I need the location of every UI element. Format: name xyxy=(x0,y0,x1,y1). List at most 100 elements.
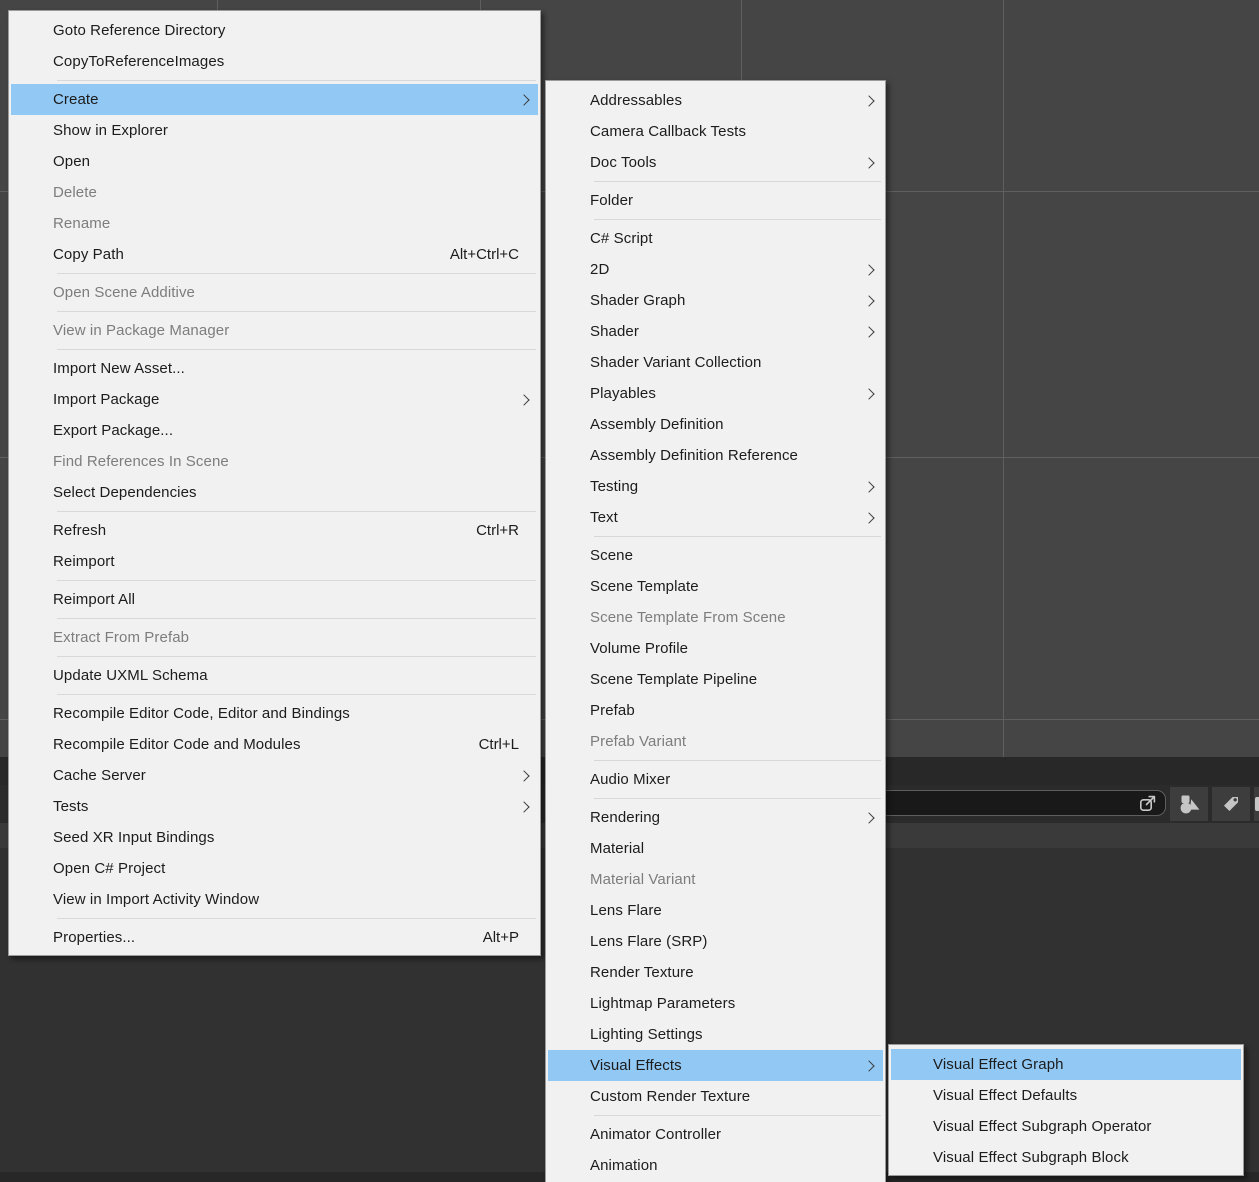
menu-item-folder[interactable]: Folder xyxy=(548,185,883,216)
menu-item-rendering[interactable]: Rendering xyxy=(548,802,883,833)
menu-item-label: Rename xyxy=(11,215,538,232)
menu-item-label: Prefab Variant xyxy=(548,733,883,750)
menu-item-audio-mixer[interactable]: Audio Mixer xyxy=(548,764,883,795)
menu-item-shader-graph[interactable]: Shader Graph xyxy=(548,285,883,316)
menu-item-export-package[interactable]: Export Package... xyxy=(11,415,538,446)
menu-item-animation[interactable]: Animation xyxy=(548,1150,883,1181)
menu-item-scene[interactable]: Scene xyxy=(548,540,883,571)
menu-item-cache-server[interactable]: Cache Server xyxy=(11,760,538,791)
menu-item-scene-template-pipeline[interactable]: Scene Template Pipeline xyxy=(548,664,883,695)
menu-item-testing[interactable]: Testing xyxy=(548,471,883,502)
menu-item-show-in-explorer[interactable]: Show in Explorer xyxy=(11,115,538,146)
menu-item-label: Properties... xyxy=(11,929,483,946)
menu-item-lens-flare[interactable]: Lens Flare xyxy=(548,895,883,926)
menu-item-camera-callback-tests[interactable]: Camera Callback Tests xyxy=(548,116,883,147)
menu-item-seed-xr-input-bindings[interactable]: Seed XR Input Bindings xyxy=(11,822,538,853)
menu-item-label: Playables xyxy=(548,385,865,402)
submenu-arrow-icon xyxy=(863,481,874,492)
menu-item-prefab[interactable]: Prefab xyxy=(548,695,883,726)
menu-item-assembly-definition[interactable]: Assembly Definition xyxy=(548,409,883,440)
menu-item-visual-effect-subgraph-operator[interactable]: Visual Effect Subgraph Operator xyxy=(891,1111,1241,1142)
menu-item-reimport[interactable]: Reimport xyxy=(11,546,538,577)
menu-item-doc-tools[interactable]: Doc Tools xyxy=(548,147,883,178)
menu-item-2d[interactable]: 2D xyxy=(548,254,883,285)
menu-separator xyxy=(594,181,881,182)
menu-item-visual-effect-subgraph-block[interactable]: Visual Effect Subgraph Block xyxy=(891,1142,1241,1173)
menu-item-view-in-import-activity-window[interactable]: View in Import Activity Window xyxy=(11,884,538,915)
menu-item-properties[interactable]: Properties...Alt+P xyxy=(11,922,538,953)
submenu-arrow-icon xyxy=(518,394,529,405)
search-by-type-button[interactable] xyxy=(1170,787,1208,821)
menu-item-custom-render-texture[interactable]: Custom Render Texture xyxy=(548,1081,883,1112)
submenu-arrow-icon xyxy=(518,770,529,781)
menu-item-visual-effect-defaults[interactable]: Visual Effect Defaults xyxy=(891,1080,1241,1111)
menu-item-playables[interactable]: Playables xyxy=(548,378,883,409)
menu-item-label: Visual Effect Graph xyxy=(891,1056,1241,1073)
menu-item-shader[interactable]: Shader xyxy=(548,316,883,347)
menu-separator xyxy=(57,656,536,657)
menu-item-label: Update UXML Schema xyxy=(11,667,538,684)
menu-item-recompile-editor-code-and-modules[interactable]: Recompile Editor Code and ModulesCtrl+L xyxy=(11,729,538,760)
menu-item-recompile-editor-code-editor-and-bindings[interactable]: Recompile Editor Code, Editor and Bindin… xyxy=(11,698,538,729)
menu-item-scene-template[interactable]: Scene Template xyxy=(548,571,883,602)
menu-item-label: Audio Mixer xyxy=(548,771,883,788)
menu-item-material[interactable]: Material xyxy=(548,833,883,864)
menu-item-label: Prefab xyxy=(548,702,883,719)
menu-item-volume-profile[interactable]: Volume Profile xyxy=(548,633,883,664)
menu-item-label: Import Package xyxy=(11,391,520,408)
menu-separator xyxy=(594,1115,881,1116)
menu-item-select-dependencies[interactable]: Select Dependencies xyxy=(11,477,538,508)
menu-item-label: Find References In Scene xyxy=(11,453,538,470)
search-by-label-button[interactable] xyxy=(1212,787,1250,821)
menu-item-text[interactable]: Text xyxy=(548,502,883,533)
menu-item-open[interactable]: Open xyxy=(11,146,538,177)
open-in-search-window-button[interactable] xyxy=(1136,792,1160,814)
clipped-edge-icon xyxy=(1255,797,1259,811)
menu-item-create[interactable]: Create xyxy=(11,84,538,115)
menu-item-assembly-definition-reference[interactable]: Assembly Definition Reference xyxy=(548,440,883,471)
menu-item-copytoreferenceimages[interactable]: CopyToReferenceImages xyxy=(11,46,538,77)
menu-item-label: Rendering xyxy=(548,809,865,826)
menu-item-label: Reimport All xyxy=(11,591,538,608)
menu-item-refresh[interactable]: RefreshCtrl+R xyxy=(11,515,538,546)
menu-item-label: Show in Explorer xyxy=(11,122,538,139)
menu-item-tests[interactable]: Tests xyxy=(11,791,538,822)
menu-item-update-uxml-schema[interactable]: Update UXML Schema xyxy=(11,660,538,691)
menu-item-import-new-asset[interactable]: Import New Asset... xyxy=(11,353,538,384)
menu-item-c-script[interactable]: C# Script xyxy=(548,223,883,254)
menu-item-label: Import New Asset... xyxy=(11,360,538,377)
menu-item-render-texture[interactable]: Render Texture xyxy=(548,957,883,988)
menu-item-label: Assembly Definition Reference xyxy=(548,447,883,464)
menu-separator xyxy=(57,273,536,274)
menu-item-shortcut: Alt+Ctrl+C xyxy=(450,246,538,263)
menu-item-animator-controller[interactable]: Animator Controller xyxy=(548,1119,883,1150)
submenu-arrow-icon xyxy=(518,801,529,812)
menu-item-label: Scene Template Pipeline xyxy=(548,671,883,688)
menu-item-label: Visual Effect Defaults xyxy=(891,1087,1241,1104)
menu-item-label: Assembly Definition xyxy=(548,416,883,433)
menu-item-label: Shader xyxy=(548,323,865,340)
menu-item-lighting-settings[interactable]: Lighting Settings xyxy=(548,1019,883,1050)
menu-item-label: Recompile Editor Code, Editor and Bindin… xyxy=(11,705,538,722)
clipped-edge-button[interactable] xyxy=(1254,787,1259,821)
menu-item-open-scene-additive: Open Scene Additive xyxy=(11,277,538,308)
menu-item-import-package[interactable]: Import Package xyxy=(11,384,538,415)
menu-item-visual-effects[interactable]: Visual Effects xyxy=(548,1050,883,1081)
menu-item-goto-reference-directory[interactable]: Goto Reference Directory xyxy=(11,15,538,46)
menu-item-reimport-all[interactable]: Reimport All xyxy=(11,584,538,615)
menu-separator xyxy=(594,760,881,761)
menu-item-label: Addressables xyxy=(548,92,865,109)
menu-item-extract-from-prefab: Extract From Prefab xyxy=(11,622,538,653)
menu-item-copy-path[interactable]: Copy PathAlt+Ctrl+C xyxy=(11,239,538,270)
menu-item-visual-effect-graph[interactable]: Visual Effect Graph xyxy=(891,1049,1241,1080)
menu-item-label: Visual Effects xyxy=(548,1057,865,1074)
menu-item-lens-flare-srp[interactable]: Lens Flare (SRP) xyxy=(548,926,883,957)
menu-item-shader-variant-collection[interactable]: Shader Variant Collection xyxy=(548,347,883,378)
menu-item-lightmap-parameters[interactable]: Lightmap Parameters xyxy=(548,988,883,1019)
menu-item-addressables[interactable]: Addressables xyxy=(548,85,883,116)
submenu-arrow-icon xyxy=(863,812,874,823)
menu-item-label: 2D xyxy=(548,261,865,278)
menu-item-label: Shader Graph xyxy=(548,292,865,309)
menu-item-label: Custom Render Texture xyxy=(548,1088,883,1105)
menu-item-open-c-project[interactable]: Open C# Project xyxy=(11,853,538,884)
